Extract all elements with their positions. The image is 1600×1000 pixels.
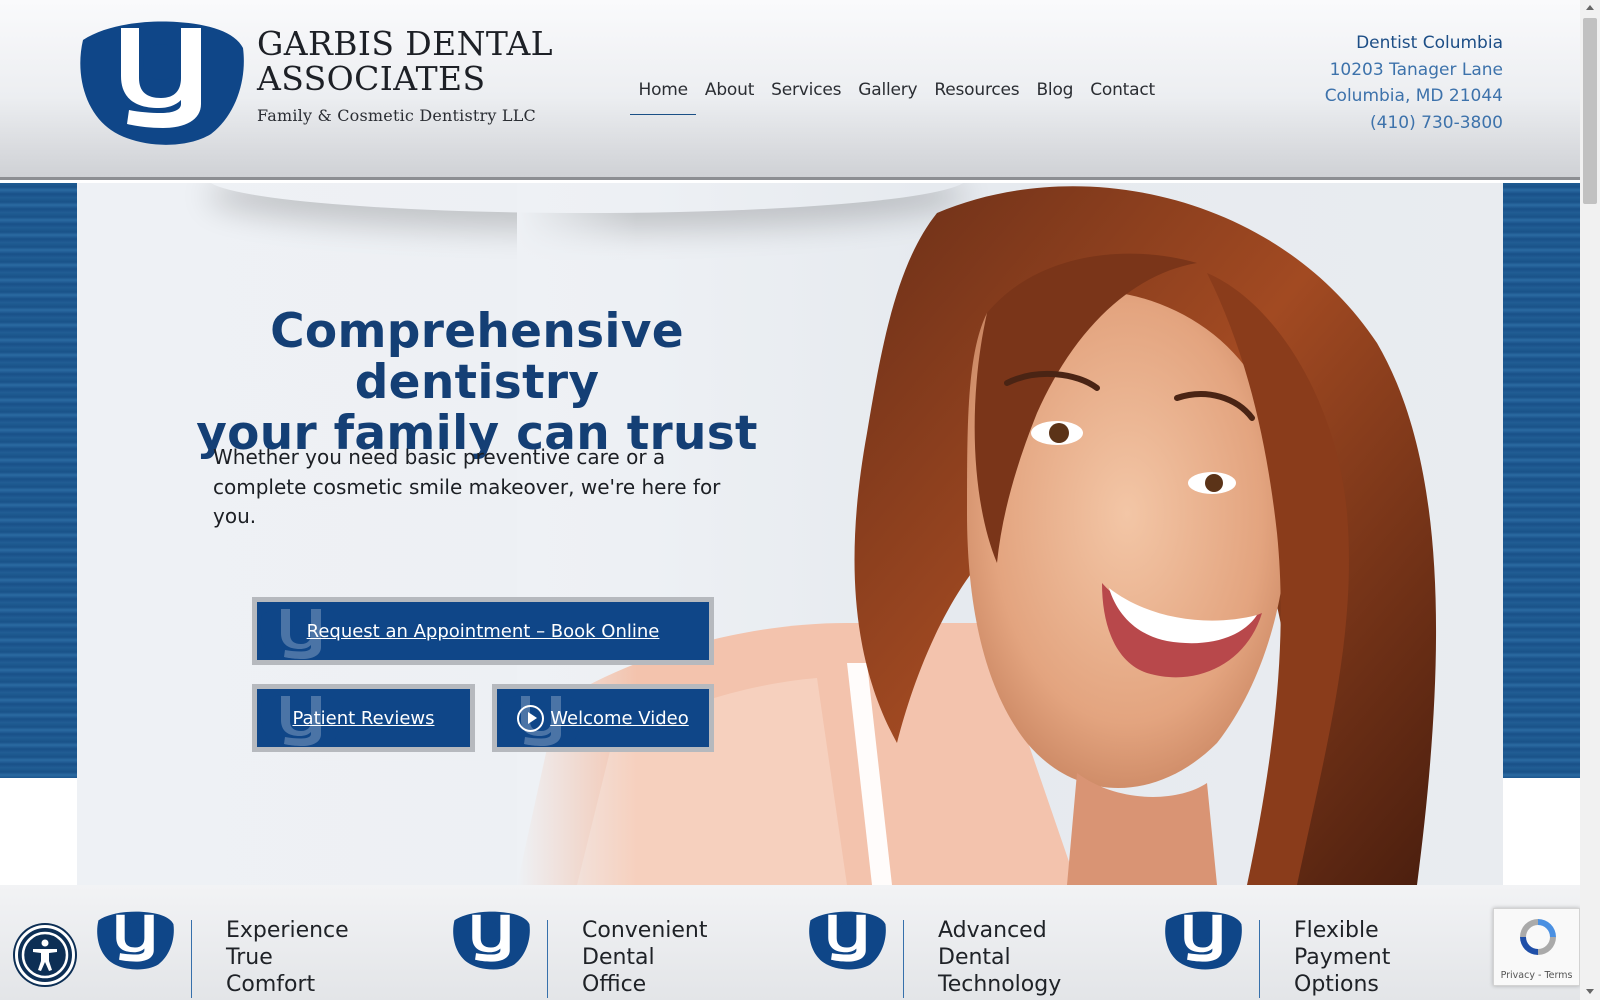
request-appointment-label: Request an Appointment – Book Online (306, 620, 660, 642)
recaptcha-links[interactable]: Privacy - Terms (1494, 970, 1579, 981)
welcome-video-button[interactable]: Welcome Video (492, 684, 714, 752)
feature-text: Experience True Comfort (226, 917, 349, 998)
play-icon (517, 704, 545, 732)
request-appointment-button[interactable]: Request an Appointment – Book Online (252, 597, 714, 665)
main-nav: Home About Services Gallery Resources Bl… (630, 78, 1163, 115)
feature-text-line: Experience (226, 918, 349, 943)
background-stripe-right (1503, 183, 1580, 778)
feature-text: Flexible Payment Options (1294, 917, 1390, 998)
page-scrollbar[interactable] (1580, 0, 1600, 1000)
features-strip: Experience True Comfort Convenient Denta… (0, 885, 1580, 1000)
nav-home[interactable]: Home (630, 78, 697, 115)
feature-divider (1259, 920, 1260, 998)
recaptcha-icon (1520, 919, 1556, 955)
tooth-g-icon (451, 910, 531, 970)
site-logo[interactable]: GARBIS DENTAL ASSOCIATES Family & Cosmet… (77, 18, 557, 146)
nav-about[interactable]: About (696, 78, 762, 115)
feature-text: Convenient Dental Office Hours (582, 917, 707, 1000)
recaptcha-badge[interactable]: Privacy - Terms (1493, 908, 1580, 986)
feature-text: Advanced Dental Technology (938, 917, 1061, 998)
feature-divider (547, 920, 548, 998)
hero-photo (517, 183, 1437, 885)
tooth-g-icon (95, 910, 175, 970)
nav-resources[interactable]: Resources (926, 78, 1028, 115)
brand-name-line1: GARBIS DENTAL (257, 24, 553, 63)
feature-text-line: Dental (582, 945, 655, 970)
header-contact: Dentist Columbia 10203 Tanager Lane Colu… (1325, 30, 1503, 136)
nav-contact[interactable]: Contact (1082, 78, 1164, 115)
site-header: GARBIS DENTAL ASSOCIATES Family & Cosmet… (0, 0, 1580, 180)
patient-reviews-button[interactable]: Patient Reviews (252, 684, 475, 752)
feature-text-line: Convenient (582, 918, 708, 943)
contact-address-line2[interactable]: Columbia, MD 21044 (1325, 83, 1503, 110)
feature-text-line: Office Hours (582, 972, 647, 1000)
patient-reviews-label: Patient Reviews (292, 707, 435, 729)
brand-name-line2: ASSOCIATES (257, 59, 486, 98)
tooth-g-icon (1163, 910, 1243, 970)
contact-title: Dentist Columbia (1356, 33, 1503, 53)
nav-blog[interactable]: Blog (1028, 78, 1082, 115)
accessibility-icon (21, 931, 69, 979)
feature-text-line: Options (1294, 972, 1379, 997)
feature-text-line: Advanced Dental (938, 918, 1047, 970)
accessibility-button[interactable] (15, 925, 75, 985)
scrollbar-thumb[interactable] (1583, 18, 1597, 204)
tooth-g-icon (77, 18, 245, 146)
scroll-up-arrow-icon[interactable] (1580, 0, 1600, 16)
background-stripe-left (0, 183, 77, 778)
contact-phone[interactable]: (410) 730-3800 (1325, 110, 1503, 137)
hero-headline-line1: Comprehensive dentistry (270, 304, 684, 410)
welcome-video-label: Welcome Video (550, 707, 689, 729)
hero-banner: Comprehensive dentistry your family can … (77, 183, 1503, 885)
hero-headline: Comprehensive dentistry your family can … (152, 306, 802, 459)
scroll-down-arrow-icon[interactable] (1580, 984, 1600, 1000)
feature-divider (191, 920, 192, 998)
hero-subtext: Whether you need basic preventive care o… (213, 445, 721, 528)
feature-text-line: True Comfort (226, 945, 316, 997)
brand-tagline: Family & Cosmetic Dentistry LLC (257, 106, 536, 125)
feature-divider (903, 920, 904, 998)
tooth-g-icon (807, 910, 887, 970)
nav-services[interactable]: Services (763, 78, 850, 115)
nav-gallery[interactable]: Gallery (850, 78, 926, 115)
feature-text-line: Technology (938, 972, 1062, 997)
contact-address-line1[interactable]: 10203 Tanager Lane (1325, 57, 1503, 84)
brand-name: GARBIS DENTAL ASSOCIATES (257, 26, 553, 96)
feature-text-line: Flexible Payment (1294, 918, 1391, 970)
